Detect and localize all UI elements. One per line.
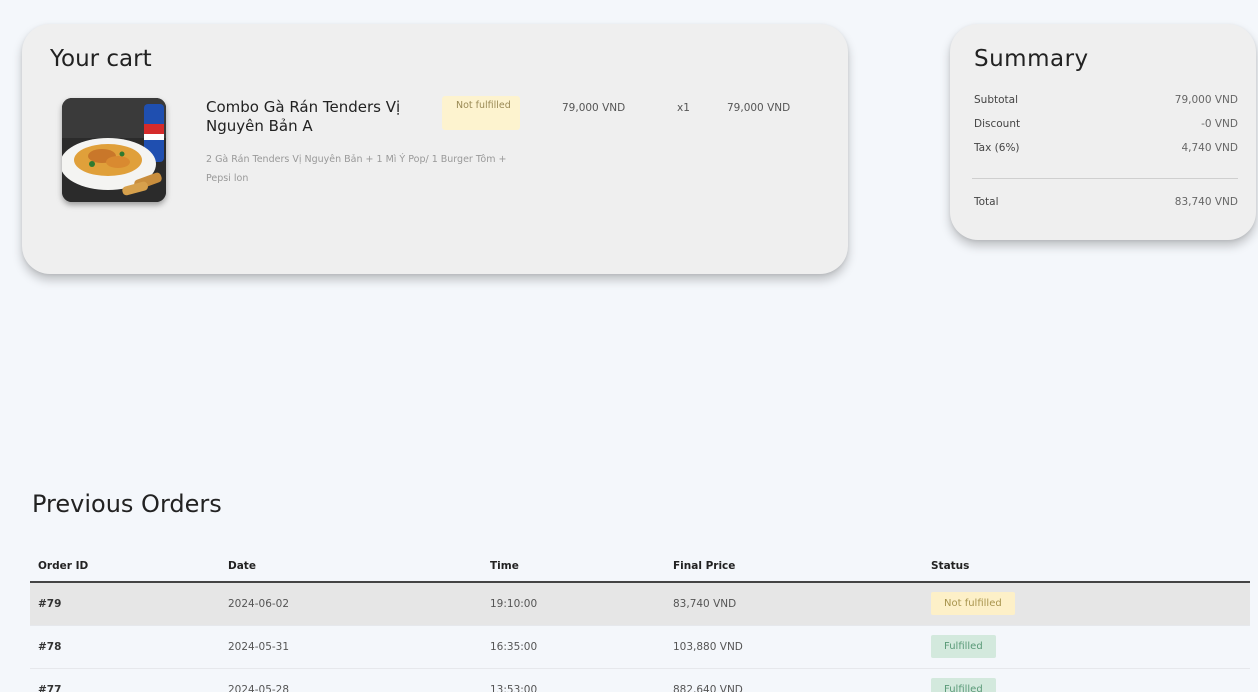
summary-discount-value: -0 VND [1201, 118, 1238, 130]
table-row[interactable]: #79 2024-06-02 19:10:00 83,740 VND Not f… [30, 582, 1250, 626]
order-id: #78 [30, 625, 220, 669]
summary-discount-row: Discount -0 VND [974, 118, 1238, 130]
cart-item-description: 2 Gà Rán Tenders Vị Nguyên Bản + 1 Mì Ý … [206, 154, 507, 184]
summary-tax-row: Tax (6%) 4,740 VND [974, 142, 1238, 154]
cart-item-total: 79,000 VND [727, 102, 791, 114]
table-row[interactable]: #77 2024-05-28 13:53:00 882,640 VND Fulf… [30, 668, 1250, 692]
summary-tax-value: 4,740 VND [1181, 142, 1238, 154]
summary-divider [972, 178, 1238, 179]
order-time: 13:53:00 [482, 668, 665, 692]
summary-card: Summary Subtotal 79,000 VND Discount -0 … [950, 24, 1256, 240]
table-row[interactable]: #78 2024-05-31 16:35:00 103,880 VND Fulf… [30, 625, 1250, 669]
previous-orders-title: Previous Orders [32, 490, 222, 518]
summary-subtotal-label: Subtotal [974, 94, 1018, 106]
summary-total-row: Total 83,740 VND [974, 196, 1238, 208]
cart-item-name: Combo Gà Rán Tenders Vị Nguyên Bản A [206, 98, 401, 135]
summary-subtotal-row: Subtotal 79,000 VND [974, 94, 1238, 106]
column-header-final-price: Final Price [665, 550, 923, 583]
column-header-order-id: Order ID [30, 550, 220, 583]
order-status-cell: Fulfilled [923, 625, 1250, 669]
orders-table: Order ID Date Time Final Price Status #7… [30, 550, 1250, 692]
summary-total-label: Total [974, 196, 999, 208]
order-time: 19:10:00 [482, 582, 665, 626]
cart-item-image [62, 98, 166, 202]
status-badge: Not fulfilled [931, 592, 1015, 616]
column-header-date: Date [220, 550, 482, 583]
cart-item-status-badge: Not fulfilled [442, 96, 520, 130]
summary-total-value: 83,740 VND [1174, 196, 1238, 208]
cart-card: Your cart Combo Gà Rán Tenders Vị Nguyên… [22, 24, 848, 274]
order-date: 2024-05-31 [220, 625, 482, 669]
order-time: 16:35:00 [482, 625, 665, 669]
order-date: 2024-06-02 [220, 582, 482, 626]
summary-title: Summary [974, 46, 1089, 72]
order-price: 83,740 VND [665, 582, 923, 626]
summary-discount-label: Discount [974, 118, 1021, 130]
cart-item-quantity: x1 [677, 102, 690, 114]
order-status-cell: Not fulfilled [923, 582, 1250, 626]
summary-subtotal-value: 79,000 VND [1174, 94, 1238, 106]
order-id: #79 [30, 582, 220, 626]
column-header-time: Time [482, 550, 665, 583]
summary-tax-label: Tax (6%) [974, 142, 1020, 154]
order-price: 882,640 VND [665, 668, 923, 692]
cart-title: Your cart [50, 46, 152, 72]
status-badge: Fulfilled [931, 635, 996, 658]
order-status-cell: Fulfilled [923, 668, 1250, 692]
status-badge: Fulfilled [931, 678, 996, 692]
order-date: 2024-05-28 [220, 668, 482, 692]
orders-header-row: Order ID Date Time Final Price Status [30, 550, 1250, 583]
order-price: 103,880 VND [665, 625, 923, 669]
cart-item-price: 79,000 VND [562, 102, 626, 114]
column-header-status: Status [923, 550, 1250, 583]
order-id: #77 [30, 668, 220, 692]
